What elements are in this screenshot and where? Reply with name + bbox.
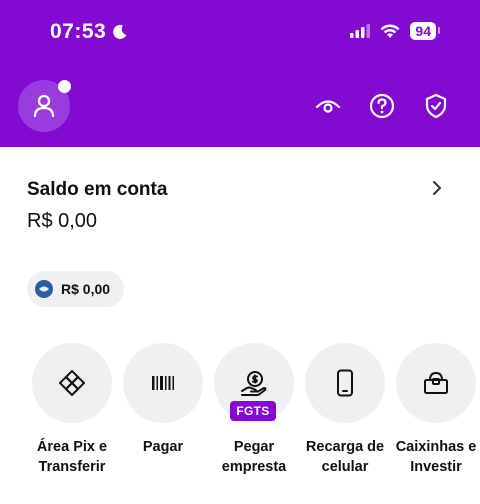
notification-dot bbox=[58, 80, 71, 93]
moon-icon bbox=[113, 24, 127, 39]
barcode-icon bbox=[152, 376, 174, 390]
shield-check-icon[interactable] bbox=[423, 93, 449, 119]
phone-icon bbox=[337, 369, 353, 397]
app-header: 07:53 94 bbox=[0, 0, 480, 147]
action-savings-circle[interactable] bbox=[396, 343, 476, 423]
account-balance-section[interactable]: Saldo em conta R$ 0,00 bbox=[0, 170, 480, 240]
pix-icon bbox=[59, 370, 85, 396]
user-icon bbox=[33, 94, 55, 118]
action-recharge[interactable]: Recarga de celular bbox=[299, 343, 391, 477]
loan-hand-icon bbox=[241, 371, 267, 397]
chip-value: R$ 0,00 bbox=[61, 281, 111, 297]
action-pix-circle[interactable] bbox=[32, 343, 112, 423]
action-recharge-label: Recarga de celular bbox=[305, 439, 385, 475]
time-text: 07:53 bbox=[50, 20, 107, 43]
quick-actions-row: Área Pix e Transferir Pagar FGTS Pegar e… bbox=[0, 343, 480, 504]
account-balance-value: R$ 0,00 bbox=[27, 210, 98, 232]
help-icon[interactable] bbox=[369, 93, 395, 119]
bank-logo-icon bbox=[35, 280, 53, 298]
action-pay[interactable]: Pagar bbox=[117, 343, 209, 457]
action-pix-label: Área Pix e Transferir bbox=[36, 439, 108, 475]
action-loan-circle[interactable]: FGTS bbox=[214, 343, 294, 423]
action-pay-label: Pagar bbox=[142, 439, 184, 455]
battery-icon: 94 bbox=[410, 22, 440, 40]
action-loan[interactable]: FGTS Pegar empresta bbox=[208, 343, 300, 477]
action-loan-label: Pegar empresta bbox=[221, 439, 287, 475]
balance-chip[interactable]: R$ 0,00 bbox=[27, 271, 125, 307]
action-pay-circle[interactable] bbox=[123, 343, 203, 423]
action-recharge-circle[interactable] bbox=[305, 343, 385, 423]
chevron-right-icon[interactable] bbox=[430, 180, 444, 196]
account-title: Saldo em conta bbox=[27, 179, 168, 200]
fgts-badge: FGTS bbox=[230, 401, 276, 421]
action-savings[interactable]: Caixinhas e Investir bbox=[390, 343, 480, 477]
signal-icon bbox=[350, 24, 371, 38]
status-time: 07:53 bbox=[50, 20, 128, 44]
action-savings-label: Caixinhas e Investir bbox=[395, 439, 477, 475]
piggy-box-icon bbox=[424, 372, 448, 394]
action-pix[interactable]: Área Pix e Transferir bbox=[26, 343, 118, 477]
eye-icon[interactable] bbox=[315, 93, 341, 119]
status-right: 94 bbox=[350, 22, 440, 40]
wifi-icon bbox=[381, 23, 400, 38]
